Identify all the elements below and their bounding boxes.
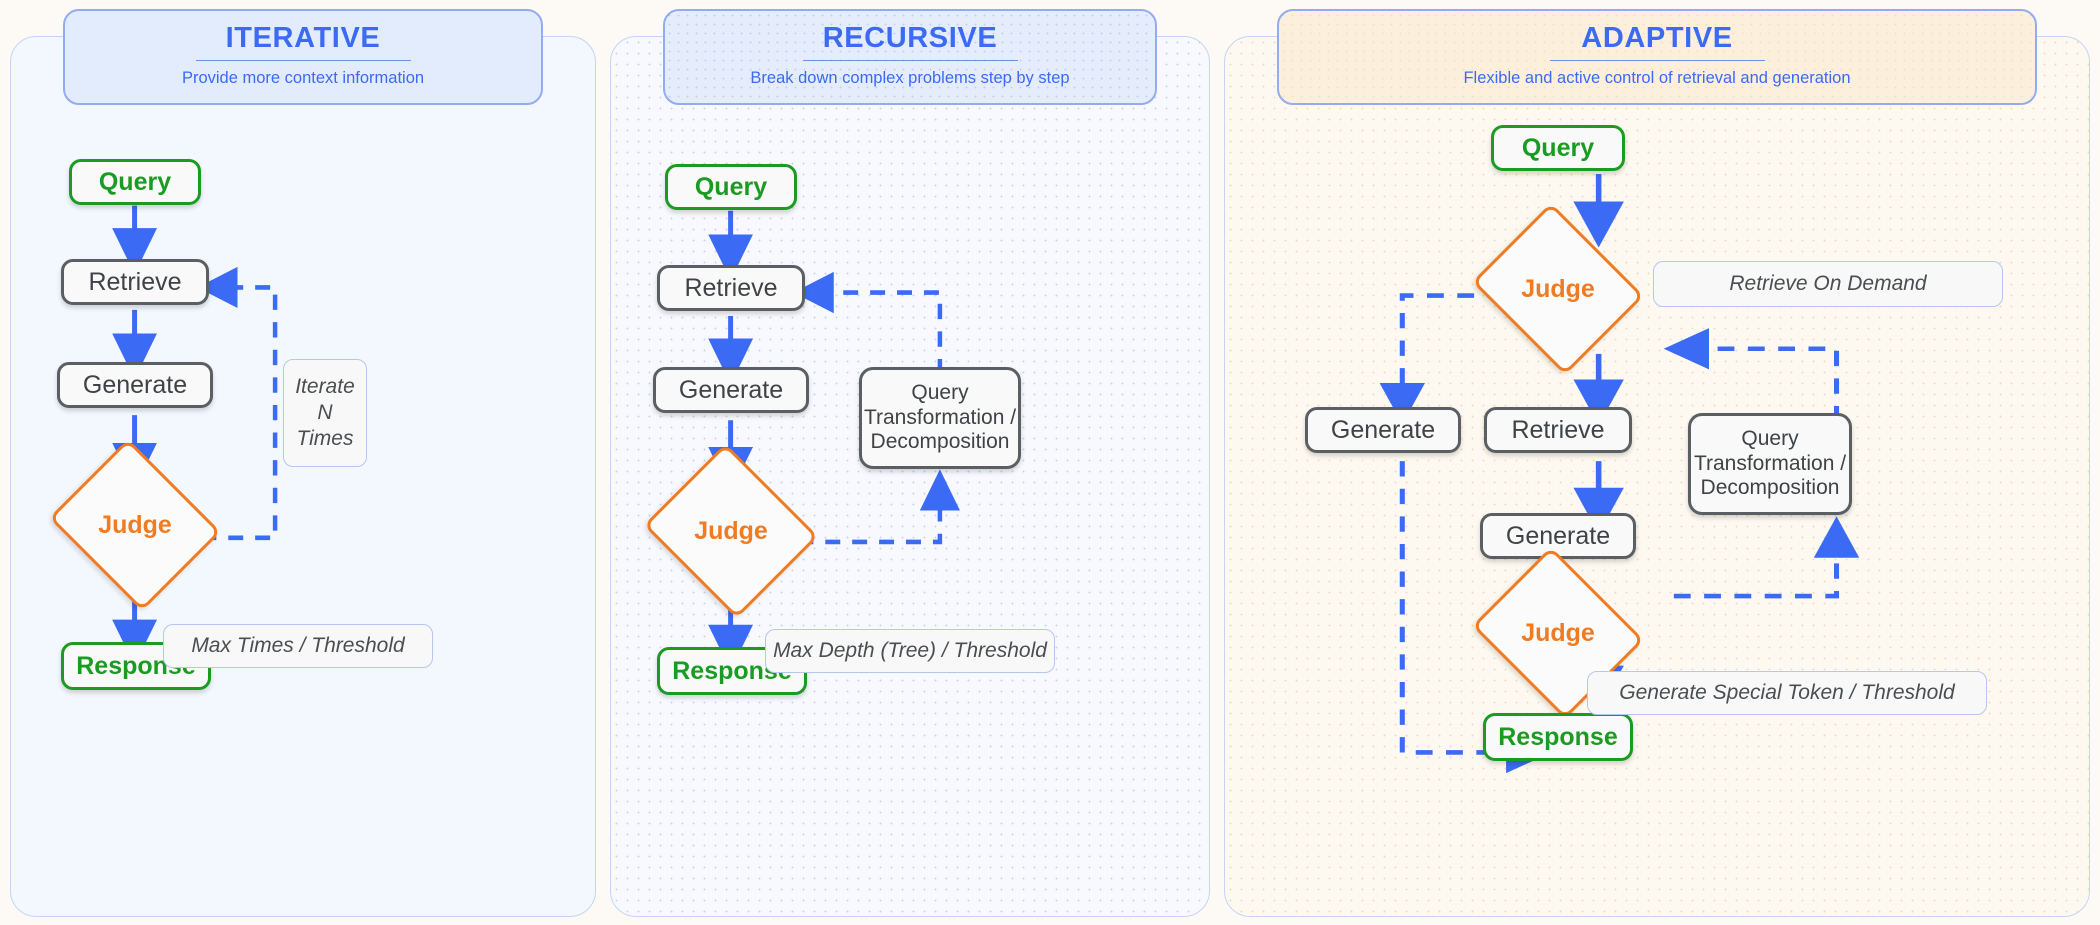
node-query[interactable]: Query: [665, 164, 797, 210]
panel-recursive: RECURSIVE Break down complex problems st…: [610, 9, 1210, 917]
title-divider: [195, 60, 411, 62]
panel-subtitle: Break down complex problems step by step: [750, 69, 1070, 88]
panel-header-recursive: RECURSIVE Break down complex problems st…: [663, 9, 1157, 106]
flow-canvas-iterative: Query Retrieve Generate Judge Response I…: [11, 37, 595, 916]
node-judge-top[interactable]: Judge: [1471, 202, 1645, 376]
node-retrieve[interactable]: Retrieve: [1484, 407, 1632, 453]
panel-adaptive: ADAPTIVE Flexible and active control of …: [1224, 9, 2090, 917]
node-query[interactable]: Query: [1491, 125, 1625, 171]
node-judge[interactable]: Judge: [643, 443, 819, 619]
node-judge-top-label: Judge: [1521, 274, 1595, 303]
panel-header-adaptive: ADAPTIVE Flexible and active control of …: [1277, 9, 2037, 106]
node-query-transformation[interactable]: Query Transformation / Decomposition: [859, 367, 1021, 469]
note-retrieve-on-demand: Retrieve On Demand: [1653, 261, 2003, 307]
panel-iterative: ITERATIVE Provide more context informati…: [10, 9, 596, 917]
node-judge[interactable]: Judge: [48, 438, 222, 612]
panel-subtitle: Provide more context information: [181, 69, 425, 88]
title-divider: [1549, 60, 1765, 62]
flow-canvas-recursive: Query Retrieve Generate Judge Response Q…: [611, 37, 1209, 916]
node-query-transformation[interactable]: Query Transformation / Decomposition: [1688, 413, 1852, 515]
node-generate[interactable]: Generate: [653, 367, 809, 413]
node-generate-left[interactable]: Generate: [1305, 407, 1461, 453]
panel-title: ADAPTIVE: [1581, 22, 1733, 54]
note-exit-condition: Generate Special Token / Threshold: [1587, 671, 1987, 715]
node-judge-bottom-label: Judge: [1521, 618, 1595, 647]
node-retrieve[interactable]: Retrieve: [61, 259, 209, 305]
panel-header-iterative: ITERATIVE Provide more context informati…: [63, 9, 543, 106]
note-iterate-n-times: Iterate N Times: [283, 359, 367, 467]
note-exit-condition: Max Times / Threshold: [163, 624, 433, 668]
panel-title: ITERATIVE: [225, 22, 381, 54]
node-generate-mid[interactable]: Generate: [1480, 513, 1636, 559]
node-judge-label: Judge: [98, 510, 172, 539]
node-judge-label: Judge: [694, 516, 768, 545]
flow-connectors: [1379, 173, 1860, 774]
node-generate[interactable]: Generate: [57, 362, 213, 408]
title-divider: [802, 60, 1018, 62]
flow-canvas-adaptive: Query Judge Retrieve On Demand Retrieve …: [1225, 37, 2089, 916]
panel-title: RECURSIVE: [822, 22, 998, 54]
node-response[interactable]: Response: [1483, 713, 1633, 761]
note-exit-condition: Max Depth (Tree) / Threshold: [765, 629, 1055, 673]
node-retrieve[interactable]: Retrieve: [657, 265, 805, 311]
diagram-board: ITERATIVE Provide more context informati…: [0, 0, 2100, 925]
panel-subtitle: Flexible and active control of retrieval…: [1463, 69, 1851, 88]
node-query[interactable]: Query: [69, 159, 201, 205]
